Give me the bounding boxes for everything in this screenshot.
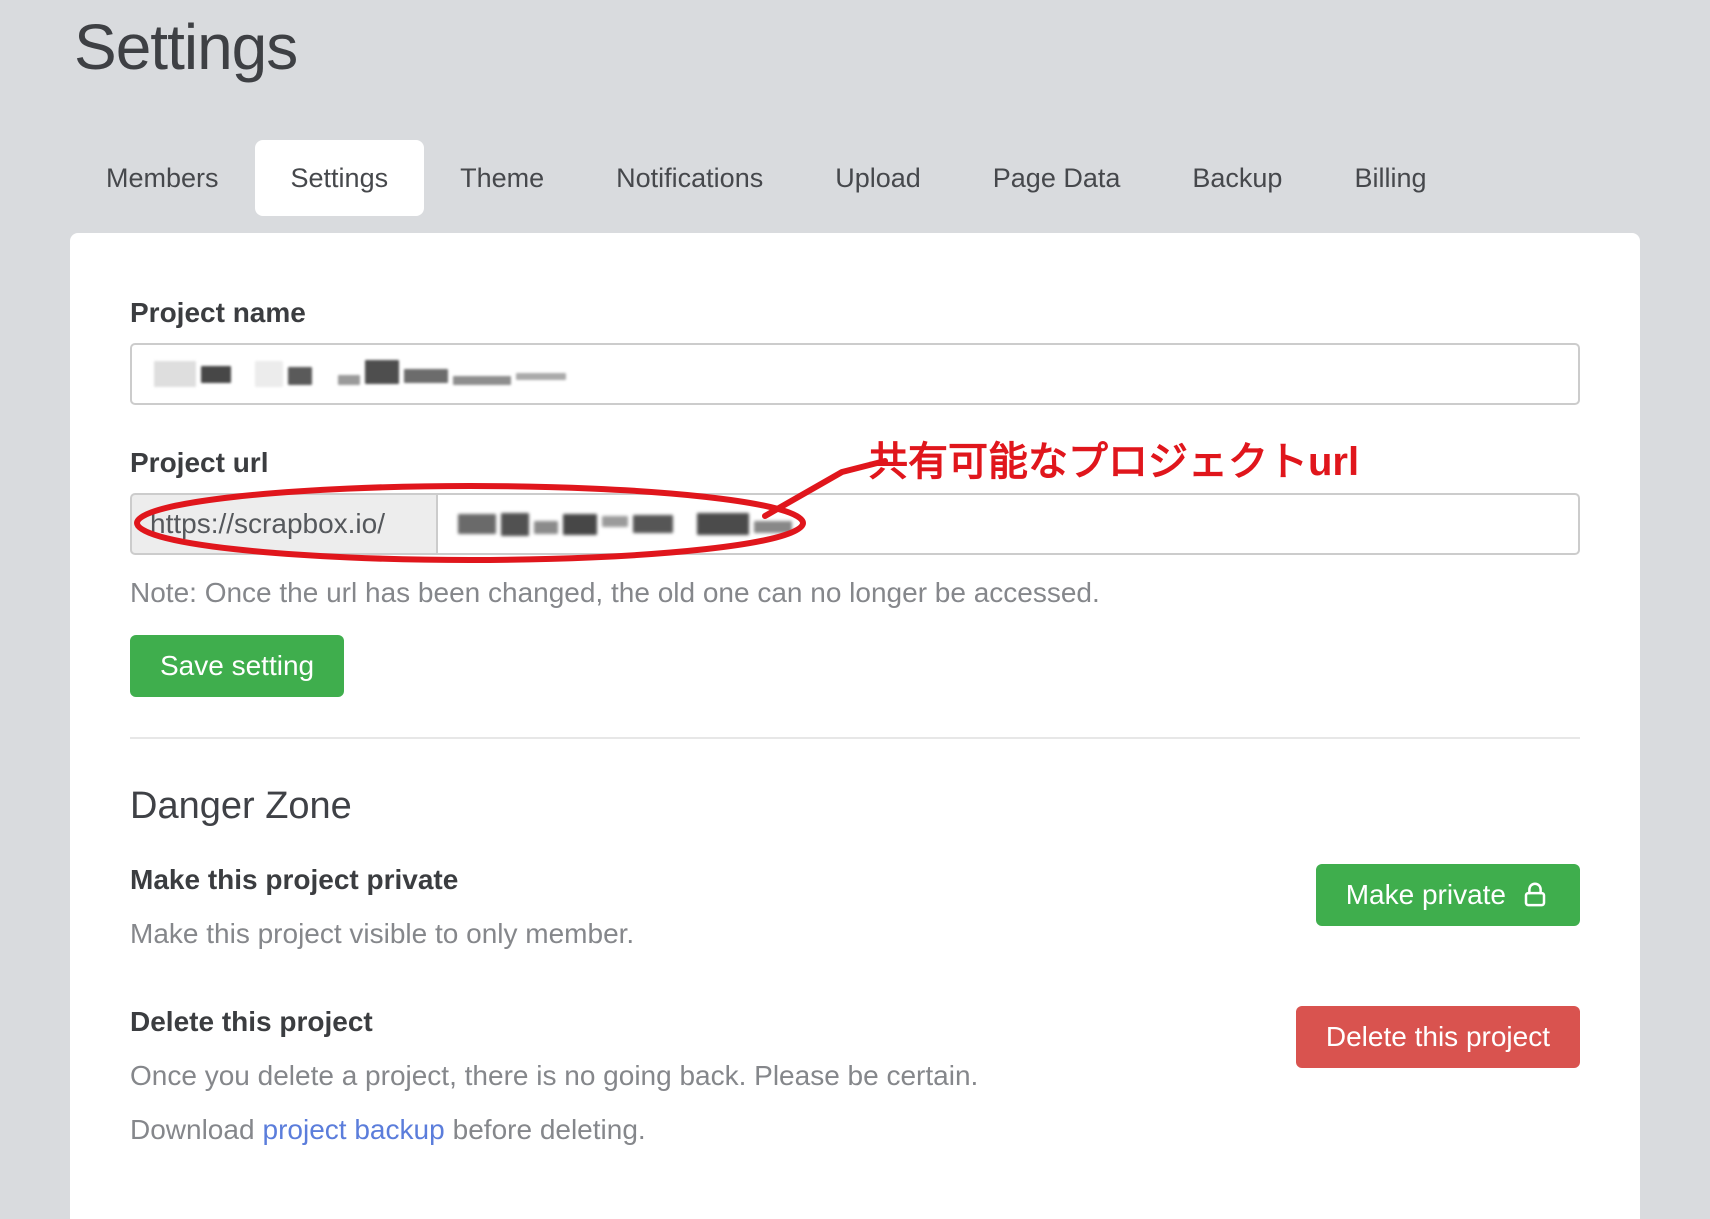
project-name-group: Project name	[130, 297, 1580, 405]
page-title: Settings	[74, 10, 1710, 84]
redacted-project-url	[458, 513, 792, 536]
delete-project-info: Delete this project Once you delete a pr…	[130, 1006, 978, 1146]
make-private-button-label: Make private	[1346, 879, 1506, 911]
danger-zone-heading: Danger Zone	[130, 785, 1580, 828]
url-change-note: Note: Once the url has been changed, the…	[130, 577, 1580, 609]
settings-tab-bar: Members Settings Theme Notifications Upl…	[70, 140, 1640, 216]
project-url-input[interactable]	[438, 493, 1580, 555]
delete-project-row: Delete this project Once you delete a pr…	[130, 1006, 1580, 1146]
project-url-input-group: https://scrapbox.io/	[130, 493, 1580, 555]
backup-line: Download project backup before deleting.	[130, 1114, 978, 1146]
make-private-button[interactable]: Make private	[1316, 864, 1580, 926]
tab-upload[interactable]: Upload	[799, 140, 957, 216]
save-setting-button[interactable]: Save setting	[130, 635, 344, 697]
tab-billing[interactable]: Billing	[1318, 140, 1462, 216]
project-url-label: Project url	[130, 447, 1580, 479]
tab-theme[interactable]: Theme	[424, 140, 580, 216]
settings-panel: Project name Project url https://scrapbo…	[70, 233, 1640, 1219]
make-private-description: Make this project visible to only member…	[130, 918, 634, 950]
make-private-row: Make this project private Make this proj…	[130, 864, 1580, 950]
make-private-info: Make this project private Make this proj…	[130, 864, 634, 950]
backup-text-prefix: Download	[130, 1114, 255, 1145]
tab-members[interactable]: Members	[70, 140, 255, 216]
delete-project-description: Once you delete a project, there is no g…	[130, 1060, 978, 1092]
project-name-label: Project name	[130, 297, 1580, 329]
delete-project-button[interactable]: Delete this project	[1296, 1006, 1580, 1068]
tab-notifications[interactable]: Notifications	[580, 140, 799, 216]
url-prefix-addon: https://scrapbox.io/	[130, 493, 438, 555]
redacted-project-name	[154, 361, 566, 387]
project-url-group: Project url https://scrapbox.io/	[130, 447, 1580, 555]
make-private-title: Make this project private	[130, 864, 634, 896]
tab-settings[interactable]: Settings	[255, 140, 425, 216]
project-name-input[interactable]	[130, 343, 1580, 405]
tab-page-data[interactable]: Page Data	[957, 140, 1157, 216]
section-divider	[130, 737, 1580, 739]
backup-text-suffix: before deleting.	[453, 1114, 646, 1145]
project-backup-link[interactable]: project backup	[263, 1114, 445, 1145]
lock-icon	[1520, 880, 1550, 910]
delete-project-title: Delete this project	[130, 1006, 978, 1038]
tab-backup[interactable]: Backup	[1156, 140, 1318, 216]
